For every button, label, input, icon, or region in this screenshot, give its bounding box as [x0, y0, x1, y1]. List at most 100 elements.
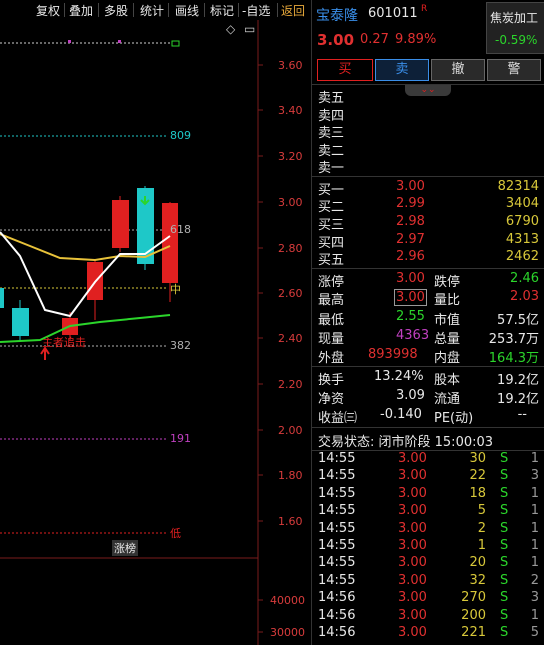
tick-time: 14:55: [318, 503, 356, 519]
diamond-icon[interactable]: ◇: [226, 22, 235, 36]
statistics-button[interactable]: 统计: [140, 2, 164, 19]
low-label: 低: [170, 527, 181, 540]
tick-side: S: [500, 520, 509, 536]
divider: [312, 427, 544, 428]
buy-button[interactable]: 买: [317, 59, 373, 81]
draw-line-button[interactable]: 画线: [175, 2, 199, 19]
fib-label-191: 191: [170, 432, 191, 445]
cancel-button[interactable]: 撤: [431, 59, 485, 81]
tick-price: 3.00: [398, 520, 427, 536]
minimize-icon[interactable]: ▭: [244, 22, 255, 36]
tick-side: S: [500, 538, 509, 553]
price-tick: 2.20: [278, 378, 303, 391]
alert-button[interactable]: 警: [487, 59, 541, 81]
marker-box: [171, 40, 180, 47]
trade-status: 交易状态: 闭市阶段 15:00:03: [318, 435, 494, 450]
back-button[interactable]: 返回: [281, 2, 305, 19]
tick-row: 14:55 3.00 22 S 3: [312, 468, 544, 485]
fib-label-382: 382: [170, 339, 191, 352]
mid-label: 中: [170, 283, 181, 296]
tick-n: 2: [530, 572, 539, 588]
buy-level[interactable]: 买三 2.98 6790: [312, 214, 544, 233]
buy-level[interactable]: 买五 2.96 2462: [312, 249, 544, 268]
tick-n: 1: [530, 503, 539, 519]
tick-time: 14:56: [318, 607, 356, 623]
fib-label-618: 618: [170, 223, 191, 236]
volume-tick: 40000: [270, 594, 305, 607]
tick-vol: 5: [477, 503, 486, 519]
divider: [312, 176, 544, 177]
stat-row: 收益㈢ -0.140 PE(动) --: [318, 407, 527, 426]
tick-side: S: [500, 503, 509, 519]
axis-ticks: [258, 64, 263, 633]
quote-panel: 宝泰隆 601011 R 焦炭加工 -0.59% 3.00 0.27 9.89%…: [311, 0, 544, 645]
current-price: 3.00: [317, 31, 355, 49]
price-tick: 1.80: [278, 469, 303, 482]
tick-price: 3.00: [398, 607, 427, 623]
overlay-button[interactable]: 叠加: [69, 2, 93, 19]
tick-row: 14:55 3.00 5 S 1: [312, 503, 544, 520]
candles: [0, 186, 178, 342]
tick-row: 14:56 3.00 270 S 3: [312, 590, 544, 607]
kline-chart[interactable]: ◇ ▭ 3.60 3.40 3.20 3.00 2.80 2.60 2.40 2…: [0, 20, 310, 645]
marker-dot: [68, 40, 71, 43]
sell-level: 卖二: [318, 144, 345, 159]
tick-row: 14:56 3.00 221 S 5: [312, 625, 544, 642]
mark-button[interactable]: 标记: [210, 2, 234, 19]
tick-side: S: [500, 451, 509, 466]
sector-box[interactable]: 焦炭加工 -0.59%: [486, 2, 544, 54]
candle-down: [12, 308, 29, 336]
multi-stock-button[interactable]: 多股: [104, 2, 128, 19]
price-tick: 2.40: [278, 332, 303, 345]
tick-price: 3.00: [398, 451, 427, 466]
fib-label-809: 809: [170, 129, 191, 142]
tick-n: 5: [530, 625, 539, 640]
tick-side: S: [500, 555, 509, 571]
divider: [238, 3, 239, 17]
tick-vol: 221: [461, 625, 486, 640]
tick-vol: 30: [469, 451, 486, 466]
divider: [312, 366, 544, 367]
tick-price: 3.00: [398, 555, 427, 571]
kline-svg: [0, 20, 263, 645]
limit-up-tag[interactable]: 涨榜: [112, 540, 138, 556]
tick-time: 14:55: [318, 485, 356, 501]
tick-side: S: [500, 625, 509, 640]
sell-level: 卖五: [318, 91, 345, 106]
marker-dot: [118, 40, 121, 43]
sector-pct: -0.59%: [495, 33, 538, 47]
sell-level: 卖一: [318, 161, 345, 176]
stock-name: 宝泰隆: [316, 8, 358, 24]
divider: [133, 3, 134, 17]
price-tick: 2.80: [278, 242, 303, 255]
divider: [312, 84, 544, 85]
sell-level: 卖四: [318, 109, 345, 124]
tick-row: 14:55 3.00 30 S 1: [312, 451, 544, 468]
divider: [168, 3, 169, 17]
tick-time: 14:56: [318, 590, 356, 606]
tick-side: S: [500, 468, 509, 484]
stat-row: 净资 3.09 流通 19.2亿: [318, 388, 539, 407]
price-tick: 3.60: [278, 59, 303, 72]
tick-vol: 32: [469, 572, 486, 588]
stat-row: 最高 3.00 量比 2.03: [318, 289, 539, 308]
sell-button[interactable]: 卖: [375, 59, 429, 81]
tick-time: 14:55: [318, 555, 356, 571]
tick-row: 14:55 3.00 18 S 1: [312, 486, 544, 503]
candle-up: [112, 200, 129, 248]
stock-code: 601011: [368, 6, 418, 21]
tick-price: 3.00: [398, 485, 427, 501]
stat-row: 换手 13.24% 股本 19.2亿: [318, 369, 539, 388]
buy-level[interactable]: 买一 3.00 82314: [312, 179, 544, 198]
stat-row: 涨停 3.00 跌停 2.46: [318, 271, 539, 290]
restore-rights-button[interactable]: 复权: [36, 2, 60, 19]
tick-n: 1: [530, 555, 539, 571]
divider: [277, 3, 278, 17]
candle-up: [162, 203, 178, 283]
buy-level[interactable]: 买二 2.99 3404: [312, 196, 544, 215]
watchlist-button[interactable]: -自选: [242, 2, 270, 19]
tick-n: 3: [530, 468, 539, 484]
tick-vol: 1: [477, 538, 486, 553]
tick-vol: 20: [469, 555, 486, 571]
buy-level[interactable]: 买四 2.97 4313: [312, 232, 544, 251]
